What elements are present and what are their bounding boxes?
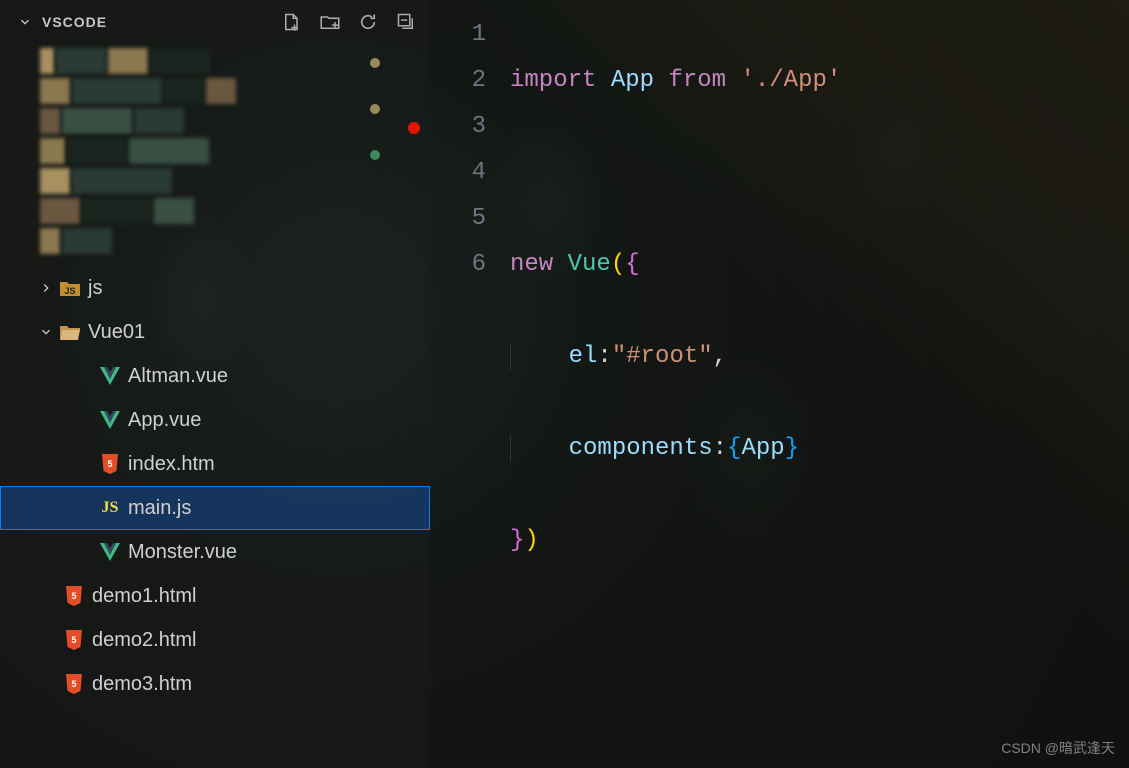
file-main-js[interactable]: JS main.js bbox=[0, 486, 430, 530]
new-folder-icon[interactable] bbox=[320, 12, 340, 32]
folder-js[interactable]: JS js bbox=[0, 266, 430, 310]
file-label: Altman.vue bbox=[124, 365, 228, 388]
file-label: demo3.htm bbox=[88, 673, 192, 696]
property: components bbox=[569, 435, 713, 462]
keyword-new: new bbox=[510, 251, 553, 278]
file-label: demo1.html bbox=[88, 585, 197, 608]
folder-label: Vue01 bbox=[84, 321, 145, 344]
file-altman-vue[interactable]: Altman.vue bbox=[0, 354, 430, 398]
breakpoint-icon[interactable] bbox=[408, 122, 420, 134]
file-label: index.htm bbox=[124, 453, 215, 476]
class-name: Vue bbox=[568, 251, 611, 278]
new-file-icon[interactable] bbox=[282, 12, 302, 32]
file-demo2-html[interactable]: 5 demo2.html bbox=[0, 618, 430, 662]
file-index-htm[interactable]: 5 index.htm bbox=[0, 442, 430, 486]
svg-text:5: 5 bbox=[107, 459, 112, 469]
string-literal: './App' bbox=[740, 67, 841, 94]
html-icon: 5 bbox=[60, 674, 88, 694]
keyword-import: import bbox=[510, 67, 596, 94]
line-number: 5 bbox=[430, 196, 486, 242]
line-number: 4 bbox=[430, 150, 486, 196]
svg-text:5: 5 bbox=[71, 679, 76, 689]
vue-icon bbox=[96, 411, 124, 429]
string-literal: "#root" bbox=[612, 343, 713, 370]
file-tree: JS js Vue01 Altman.vue bbox=[0, 258, 430, 706]
file-app-vue[interactable]: App.vue bbox=[0, 398, 430, 442]
folder-open-icon bbox=[56, 323, 84, 341]
file-demo3-htm[interactable]: 5 demo3.htm bbox=[0, 662, 430, 706]
file-label: App.vue bbox=[124, 409, 201, 432]
file-monster-vue[interactable]: Monster.vue bbox=[0, 530, 430, 574]
html-icon: 5 bbox=[60, 586, 88, 606]
file-label: demo2.html bbox=[88, 629, 197, 652]
identifier: App bbox=[611, 67, 654, 94]
modified-indicators bbox=[370, 58, 380, 160]
file-label: Monster.vue bbox=[124, 541, 237, 564]
explorer-title: VSCODE bbox=[42, 14, 272, 30]
vue-icon bbox=[96, 367, 124, 385]
explorer-sidebar: VSCODE bbox=[0, 0, 430, 768]
collapse-all-icon[interactable] bbox=[396, 12, 416, 32]
html-icon: 5 bbox=[60, 630, 88, 650]
added-dot-icon bbox=[370, 150, 380, 160]
folder-label: js bbox=[84, 277, 102, 300]
line-number: 2 bbox=[430, 58, 486, 104]
svg-text:5: 5 bbox=[71, 635, 76, 645]
line-number: 3 bbox=[430, 104, 486, 150]
keyword-from: from bbox=[668, 67, 726, 94]
code-content[interactable]: import App from './App' new Vue({ el:"#r… bbox=[510, 12, 841, 768]
file-label: main.js bbox=[124, 497, 191, 520]
svg-text:5: 5 bbox=[71, 591, 76, 601]
js-icon: JS bbox=[96, 499, 124, 517]
file-demo1-html[interactable]: 5 demo1.html bbox=[0, 574, 430, 618]
modified-dot-icon bbox=[370, 58, 380, 68]
folder-js-icon: JS bbox=[56, 279, 84, 297]
refresh-icon[interactable] bbox=[358, 12, 378, 32]
svg-text:JS: JS bbox=[64, 286, 75, 296]
html-icon: 5 bbox=[96, 454, 124, 474]
line-number: 6 bbox=[430, 242, 486, 288]
line-number-gutter: 1 2 3 4 5 6 bbox=[430, 12, 510, 768]
code-editor[interactable]: 1 2 3 4 5 6 import App from './App' new … bbox=[430, 0, 1129, 768]
chevron-down-icon[interactable] bbox=[18, 15, 32, 29]
identifier: App bbox=[741, 435, 784, 462]
property: el bbox=[569, 343, 598, 370]
watermark: CSDN @暗武逢天 bbox=[1001, 738, 1115, 758]
vue-icon bbox=[96, 543, 124, 561]
folder-vue01[interactable]: Vue01 bbox=[0, 310, 430, 354]
line-number: 1 bbox=[430, 12, 486, 58]
modified-dot-icon bbox=[370, 104, 380, 114]
explorer-header: VSCODE bbox=[0, 8, 430, 42]
